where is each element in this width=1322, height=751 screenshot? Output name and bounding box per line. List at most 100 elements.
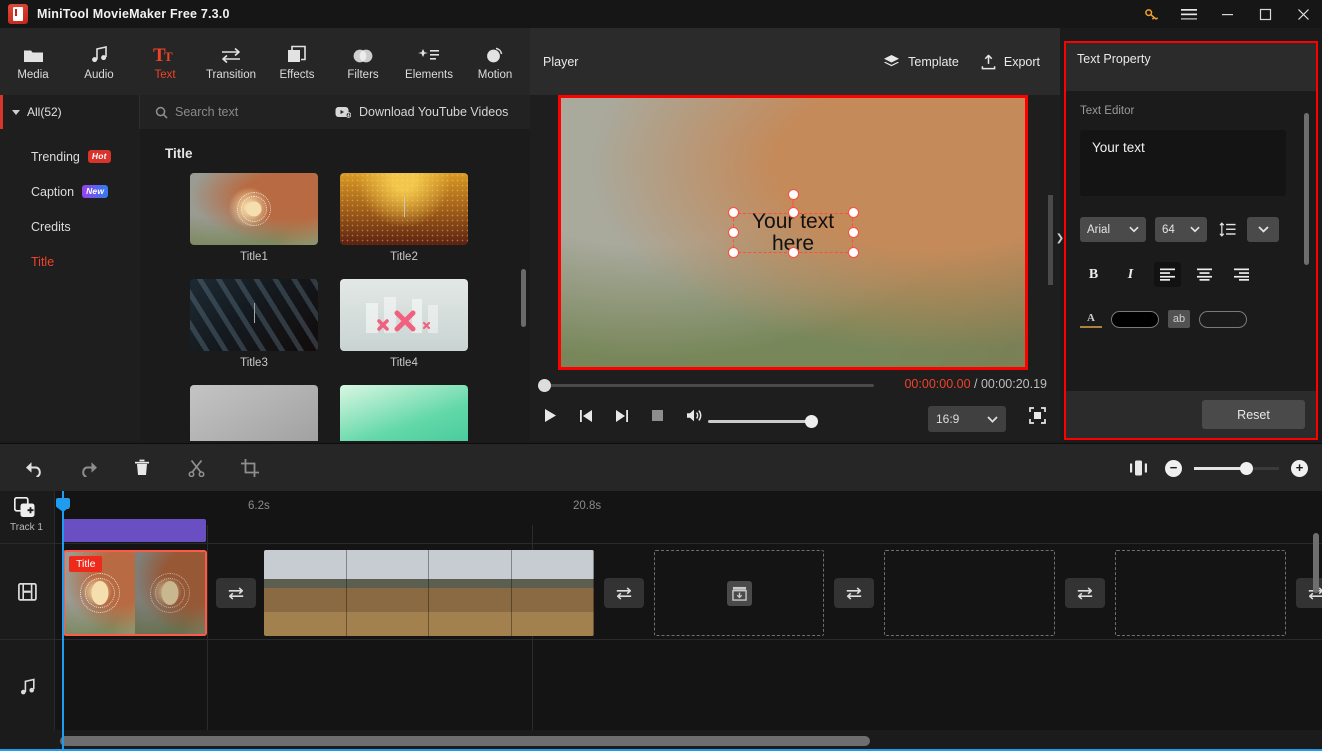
handle-bottom-right[interactable] (847, 247, 859, 258)
handle-bottom-center[interactable] (787, 247, 799, 258)
italic-button[interactable]: I (1117, 262, 1144, 287)
text-clip[interactable] (63, 519, 206, 542)
volume-button[interactable] (686, 408, 703, 423)
ribbon-item-filters[interactable]: Filters (330, 28, 396, 95)
grid-scrollbar[interactable] (521, 269, 526, 327)
text-editor-input[interactable]: Your text (1080, 130, 1286, 196)
align-right-button[interactable] (1228, 262, 1255, 287)
zoom-in-button[interactable]: + (1291, 459, 1308, 477)
transition-slot-3[interactable] (834, 578, 874, 608)
menu-button[interactable] (1170, 0, 1208, 28)
timeline-horizontal-scrollbar[interactable] (60, 736, 870, 746)
crop-button[interactable] (235, 453, 265, 483)
template-button[interactable]: Template (883, 54, 959, 69)
maximize-button[interactable] (1246, 0, 1284, 28)
preview-canvas[interactable]: Your text here (561, 98, 1025, 367)
dropzone-1[interactable] (654, 550, 824, 636)
search-box[interactable] (140, 95, 340, 129)
transition-slot-1[interactable] (216, 578, 256, 608)
outline-color-swatch[interactable] (1199, 310, 1247, 328)
template-thumbnail[interactable] (190, 173, 318, 245)
key-activate-button[interactable] (1132, 0, 1170, 28)
play-button[interactable] (544, 408, 557, 423)
ribbon-item-text[interactable]: TT Text (132, 28, 198, 95)
handle-top-left[interactable] (727, 207, 739, 218)
handle-middle-left[interactable] (727, 227, 739, 238)
more-options-dropdown[interactable] (1247, 217, 1279, 242)
font-family-dropdown[interactable]: Arial (1080, 217, 1146, 242)
zoom-slider[interactable] (1194, 461, 1279, 475)
text-color-button[interactable]: A (1080, 310, 1102, 328)
track-header-audio[interactable] (0, 640, 55, 734)
aspect-ratio-dropdown[interactable]: 16:9 (928, 406, 1006, 432)
bold-button[interactable]: B (1080, 262, 1107, 287)
all-filter-dropdown[interactable]: All(52) (0, 95, 140, 129)
next-frame-button[interactable] (615, 409, 629, 423)
close-button[interactable] (1284, 0, 1322, 28)
volume-slider[interactable] (708, 415, 818, 428)
font-size-dropdown[interactable]: 64 (1155, 217, 1207, 242)
ribbon-item-elements[interactable]: Elements (396, 28, 462, 95)
player-stage[interactable]: Your text here (558, 95, 1028, 370)
text-color-swatch[interactable] (1111, 310, 1159, 328)
transition-slot-2[interactable] (604, 578, 644, 608)
ribbon-item-motion[interactable]: Motion (462, 28, 528, 95)
reset-button[interactable]: Reset (1202, 400, 1305, 429)
stop-button[interactable] (651, 409, 664, 422)
template-cell-title3[interactable]: Title3 (190, 279, 318, 369)
timeline-vertical-scrollbar[interactable] (1313, 533, 1319, 593)
category-item-caption[interactable]: Caption New (0, 174, 140, 209)
handle-top-center[interactable] (787, 207, 799, 218)
template-cell-6[interactable]: Your text (340, 385, 468, 441)
add-track-button[interactable] (13, 496, 36, 523)
template-thumbnail[interactable] (190, 279, 318, 351)
handle-middle-right[interactable] (847, 227, 859, 238)
split-button[interactable] (181, 453, 211, 483)
template-thumbnail[interactable]: Your text (340, 385, 468, 441)
ribbon-item-transition[interactable]: Transition (198, 28, 264, 95)
handle-bottom-left[interactable] (727, 247, 739, 258)
player-panel-scrollbar[interactable] (1048, 195, 1053, 285)
transition-slot-4[interactable] (1065, 578, 1105, 608)
fit-timeline-button[interactable] (1123, 453, 1153, 483)
template-thumbnail[interactable] (340, 173, 468, 245)
category-item-credits[interactable]: Credits (0, 209, 140, 244)
photo-clip[interactable] (264, 550, 594, 636)
category-item-title[interactable]: Title (0, 244, 140, 279)
search-input[interactable] (175, 105, 325, 119)
undo-button[interactable] (19, 453, 49, 483)
text-transform-tool[interactable]: Your text here (727, 188, 859, 258)
outline-color-button[interactable]: ab (1168, 310, 1190, 328)
redo-button[interactable] (73, 453, 103, 483)
timeline-row-video[interactable]: Title (55, 544, 1322, 640)
category-item-trending[interactable]: Trending Hot (0, 139, 140, 174)
dropzone-2[interactable] (884, 550, 1055, 636)
ribbon-item-media[interactable]: Media (0, 28, 66, 95)
track-header-video[interactable] (0, 544, 55, 640)
timeline-row-audio[interactable] (55, 640, 1322, 734)
seek-knob[interactable] (538, 379, 551, 392)
zoom-out-button[interactable]: − (1165, 459, 1182, 477)
template-thumbnail[interactable] (190, 385, 318, 441)
timeline-ruler[interactable]: 0s 6.2s 20.8s (55, 491, 1322, 525)
ribbon-item-audio[interactable]: Audio (66, 28, 132, 95)
template-cell-5[interactable] (190, 385, 318, 441)
seek-slider[interactable] (538, 379, 874, 392)
dropzone-3[interactable] (1115, 550, 1286, 636)
ribbon-item-effects[interactable]: Effects (264, 28, 330, 95)
export-button[interactable]: Export (981, 54, 1040, 70)
align-left-button[interactable] (1154, 262, 1181, 287)
minimize-button[interactable] (1208, 0, 1246, 28)
template-cell-title1[interactable]: Title1 (190, 173, 318, 263)
timeline-row-text[interactable] (55, 519, 1322, 544)
align-center-button[interactable] (1191, 262, 1218, 287)
text-property-scrollbar[interactable] (1304, 113, 1309, 265)
rotate-handle[interactable] (787, 188, 799, 200)
line-spacing-button[interactable] (1216, 221, 1238, 238)
download-youtube-button[interactable]: Download YouTube Videos (335, 95, 508, 129)
template-cell-title2[interactable]: Title2 (340, 173, 468, 263)
previous-frame-button[interactable] (579, 409, 593, 423)
track-header-text[interactable]: Track 1 (0, 522, 55, 544)
delete-button[interactable] (127, 453, 157, 483)
template-cell-title4[interactable]: Title4 (340, 279, 468, 369)
